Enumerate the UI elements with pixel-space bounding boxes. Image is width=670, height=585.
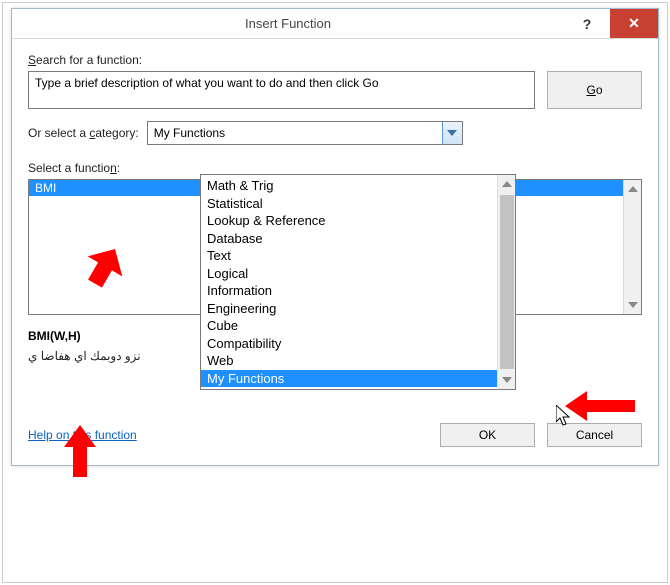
window-title: Insert Function <box>12 16 564 31</box>
search-input[interactable]: Type a brief description of what you wan… <box>28 71 535 109</box>
dropdown-item[interactable]: Text <box>201 247 497 265</box>
go-button[interactable]: Go <box>547 71 642 109</box>
dropdown-item[interactable]: Statistical <box>201 195 497 213</box>
scroll-thumb[interactable] <box>500 195 514 369</box>
scroll-down-icon[interactable] <box>625 296 641 314</box>
cancel-button[interactable]: Cancel <box>547 423 642 447</box>
scroll-up-icon[interactable] <box>625 180 641 198</box>
help-link[interactable]: Help on this function <box>28 428 137 442</box>
dropdown-item[interactable]: Database <box>201 230 497 248</box>
dropdown-item[interactable]: Web <box>201 352 497 370</box>
category-combobox[interactable]: My Functions <box>147 121 463 145</box>
dropdown-item[interactable]: Compatibility <box>201 335 497 353</box>
ok-button[interactable]: OK <box>440 423 535 447</box>
scroll-down-icon[interactable] <box>502 371 512 389</box>
dropdown-item[interactable]: Information <box>201 282 497 300</box>
select-function-label: Select a function: <box>28 161 642 175</box>
dropdown-item[interactable]: My Functions <box>201 370 497 388</box>
category-dropdown[interactable]: Math & TrigStatisticalLookup & Reference… <box>200 174 516 390</box>
chevron-down-icon[interactable] <box>442 122 462 144</box>
dropdown-item[interactable]: Cube <box>201 317 497 335</box>
category-selected: My Functions <box>148 126 442 140</box>
scrollbar[interactable] <box>623 180 641 314</box>
help-button[interactable]: ? <box>564 9 610 38</box>
titlebar: Insert Function ? ✕ <box>12 9 658 39</box>
dropdown-item[interactable]: Engineering <box>201 300 497 318</box>
scroll-up-icon[interactable] <box>502 175 512 193</box>
search-label: Search for a function: <box>28 53 642 67</box>
category-label: Or select a category: <box>28 126 139 140</box>
close-button[interactable]: ✕ <box>610 9 658 38</box>
dropdown-item[interactable]: Math & Trig <box>201 177 497 195</box>
dropdown-scrollbar[interactable] <box>497 175 515 389</box>
dropdown-item[interactable]: Logical <box>201 265 497 283</box>
dropdown-item[interactable]: Lookup & Reference <box>201 212 497 230</box>
